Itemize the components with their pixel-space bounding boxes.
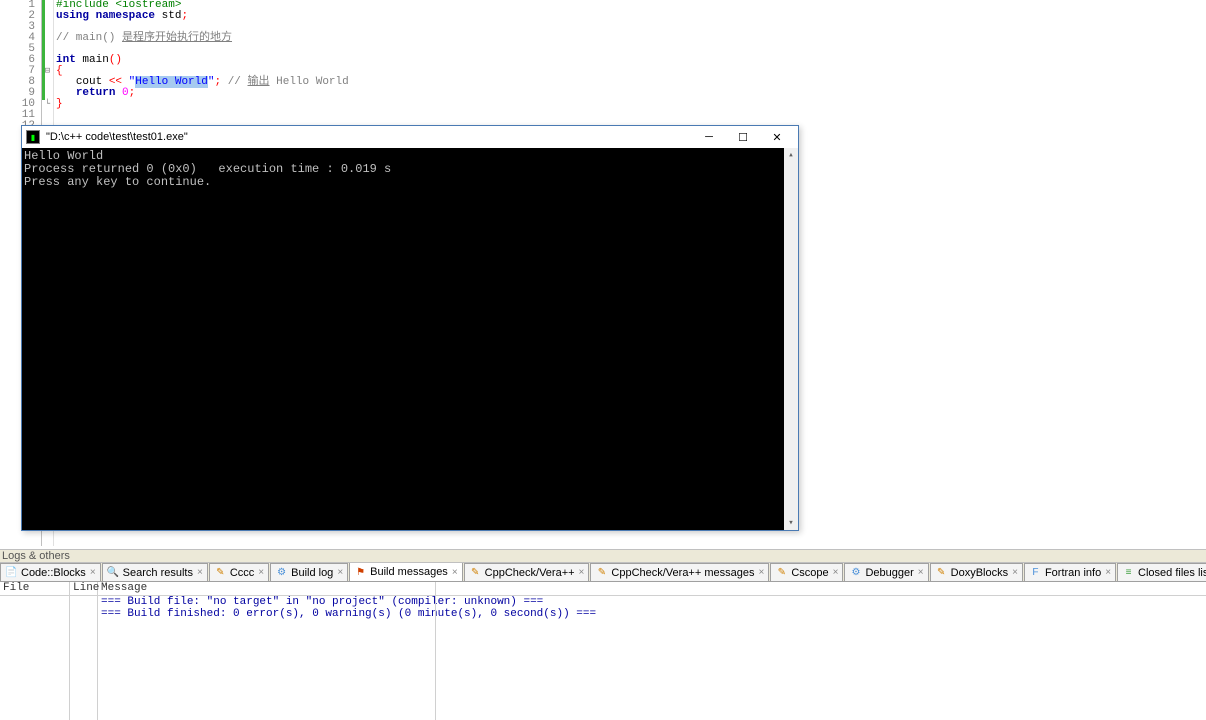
message-file-col (0, 596, 70, 720)
console-titlebar[interactable]: ▮ "D:\c++ code\test\test01.exe" ─ ☐ ✕ (22, 126, 798, 148)
tab-label: Debugger (865, 567, 913, 579)
tab-label: CppCheck/Vera++ messages (611, 567, 754, 579)
console-output[interactable]: Hello World Process returned 0 (0x0) exe… (22, 148, 798, 530)
tab-label: Closed files list (1138, 567, 1206, 579)
tab-close-icon[interactable]: × (918, 567, 924, 578)
bottom-tabs: 📄Code::Blocks×🔍Search results×✎Cccc×⚙Bui… (0, 563, 1206, 582)
tab-close-icon[interactable]: × (758, 567, 764, 578)
header-file[interactable]: File (0, 582, 70, 595)
build-messages-panel: File Line Message === Build file: "no ta… (0, 582, 1206, 720)
tab-icon: ⚑ (354, 566, 367, 579)
tab-label: Cscope (791, 567, 828, 579)
tab-close-icon[interactable]: × (1012, 567, 1018, 578)
tab-icon: ✎ (935, 566, 948, 579)
console-title: "D:\c++ code\test\test01.exe" (46, 131, 692, 143)
console-icon: ▮ (26, 130, 40, 144)
panel-divider[interactable] (435, 582, 436, 720)
tab-debugger[interactable]: ⚙Debugger × (844, 563, 928, 581)
minimize-button[interactable]: ─ (692, 127, 726, 147)
scroll-down-icon[interactable]: ▾ (784, 516, 798, 530)
tab-cppcheck-vera-[interactable]: ✎CppCheck/Vera++ × (464, 563, 590, 581)
tab-label: Build messages (370, 566, 448, 578)
tab-icon: ✎ (595, 566, 608, 579)
tab-close-icon[interactable]: × (833, 567, 839, 578)
tab-icon: ⚙ (849, 566, 862, 579)
tab-build-messages[interactable]: ⚑Build messages × (349, 563, 463, 581)
logs-panel-title: Logs & others (0, 549, 1206, 563)
tab-icon: F (1029, 566, 1042, 579)
message-line-col (70, 596, 98, 720)
tab-close-icon[interactable]: × (579, 567, 585, 578)
message-row[interactable]: === Build file: "no target" in "no proje… (98, 596, 1206, 608)
tab-closed-files-list[interactable]: ≡Closed files list× (1117, 563, 1206, 581)
tab-close-icon[interactable]: × (1105, 567, 1111, 578)
tab-icon: ✎ (775, 566, 788, 579)
console-scrollbar[interactable]: ▴ ▾ (784, 148, 798, 530)
tab-cccc[interactable]: ✎Cccc × (209, 563, 269, 581)
tab-close-icon[interactable]: × (197, 567, 203, 578)
tab-label: Code::Blocks (21, 567, 86, 579)
tab-icon: 🔍 (107, 566, 120, 579)
console-window: ▮ "D:\c++ code\test\test01.exe" ─ ☐ ✕ He… (21, 125, 799, 531)
message-headers: File Line Message (0, 582, 1206, 596)
tab-label: DoxyBlocks (951, 567, 1008, 579)
tab-close-icon[interactable]: × (258, 567, 264, 578)
change-marker (42, 0, 45, 100)
tab-label: CppCheck/Vera++ (485, 567, 575, 579)
message-list[interactable]: === Build file: "no target" in "no proje… (98, 596, 1206, 720)
scroll-up-icon[interactable]: ▴ (784, 148, 798, 162)
tab-close-icon[interactable]: × (337, 567, 343, 578)
tab-icon: ≡ (1122, 566, 1135, 579)
tab-icon: ✎ (214, 566, 227, 579)
header-message[interactable]: Message (98, 582, 1206, 595)
tab-icon: 📄 (5, 566, 18, 579)
tab-close-icon[interactable]: × (90, 567, 96, 578)
close-button[interactable]: ✕ (760, 127, 794, 147)
tab-search-results[interactable]: 🔍Search results × (102, 563, 208, 581)
tab-build-log[interactable]: ⚙Build log × (270, 563, 348, 581)
tab-icon: ⚙ (275, 566, 288, 579)
tab-label: Cccc (230, 567, 254, 579)
tab-label: Build log (291, 567, 333, 579)
tab-doxyblocks[interactable]: ✎DoxyBlocks × (930, 563, 1023, 581)
tab-fortran-info[interactable]: FFortran info × (1024, 563, 1116, 581)
tab-icon: ✎ (469, 566, 482, 579)
scroll-track[interactable] (784, 162, 798, 516)
tab-cppcheck-vera-messages[interactable]: ✎CppCheck/Vera++ messages × (590, 563, 769, 581)
tab-close-icon[interactable]: × (452, 567, 458, 578)
message-row[interactable]: === Build finished: 0 error(s), 0 warnin… (98, 608, 1206, 620)
tab-code-blocks[interactable]: 📄Code::Blocks × (0, 563, 101, 581)
tab-cscope[interactable]: ✎Cscope × (770, 563, 843, 581)
tab-label: Fortran info (1045, 567, 1101, 579)
maximize-button[interactable]: ☐ (726, 127, 760, 147)
header-line[interactable]: Line (70, 582, 98, 595)
tab-label: Search results (123, 567, 193, 579)
